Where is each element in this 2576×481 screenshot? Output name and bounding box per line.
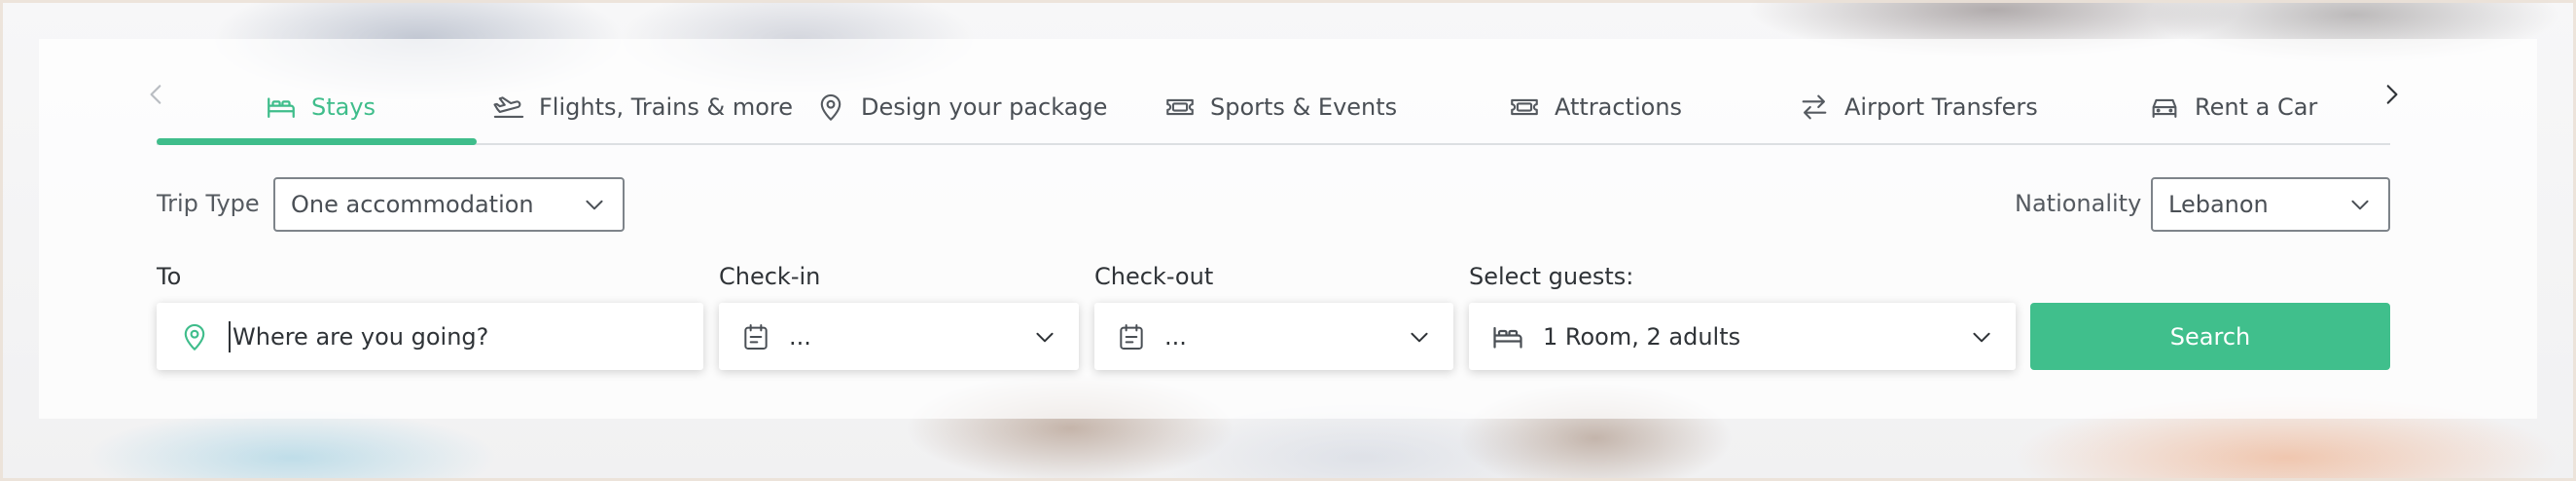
location-pin-icon — [820, 93, 841, 121]
guests-label: Select guests: — [1469, 263, 1634, 290]
destination-field[interactable] — [157, 303, 703, 370]
guests-field[interactable]: 1 Room, 2 adults — [1469, 303, 2016, 370]
checkout-field[interactable]: ... — [1094, 303, 1453, 370]
nationality-select[interactable]: Lebanon — [2151, 177, 2390, 232]
product-tabs: Stays Flights, Trains & more Design your… — [157, 58, 2390, 146]
checkin-value: ... — [789, 322, 811, 351]
tabs-next-button[interactable] — [2377, 75, 2406, 114]
tab-label: Design your package — [861, 93, 1108, 121]
tab-attractions[interactable]: Attractions — [1508, 76, 1682, 138]
checkout-label: Check-out — [1094, 263, 1214, 290]
trip-type-value: One accommodation — [291, 191, 534, 218]
tab-label: Flights, Trains & more — [539, 93, 793, 121]
bed-icon — [1493, 326, 1522, 349]
location-pin-icon — [184, 323, 205, 351]
tab-airport-transfers[interactable]: Airport Transfers — [1798, 76, 2038, 138]
bed-icon — [268, 97, 295, 119]
plane-icon — [493, 96, 524, 118]
chevron-down-icon — [1411, 332, 1428, 342]
tab-sports-events[interactable]: Sports & Events — [1163, 76, 1397, 138]
guests-value: 1 Room, 2 adults — [1543, 322, 1741, 351]
trip-type-select[interactable]: One accommodation — [273, 177, 625, 232]
nationality-label: Nationality — [2015, 190, 2142, 217]
checkout-value: ... — [1164, 322, 1187, 351]
to-label: To — [157, 263, 182, 290]
tab-label: Rent a Car — [2195, 93, 2318, 121]
chevron-down-icon — [2351, 200, 2369, 210]
text-cursor — [229, 320, 231, 352]
checkin-label: Check-in — [719, 263, 821, 290]
tab-label: Sports & Events — [1210, 93, 1398, 121]
ticket-icon — [1166, 98, 1194, 116]
nationality-value: Lebanon — [2168, 191, 2269, 218]
transfer-arrows-icon — [1802, 94, 1827, 120]
tab-flights-trains[interactable]: Flights, Trains & more — [492, 76, 793, 138]
ticket-icon — [1511, 98, 1538, 116]
checkin-field[interactable]: ... — [719, 303, 1079, 370]
tab-label: Airport Transfers — [1844, 93, 2038, 121]
destination-input[interactable] — [233, 322, 682, 351]
tab-label: Stays — [311, 93, 376, 121]
tab-divider — [157, 143, 2390, 145]
calendar-icon — [1120, 323, 1143, 350]
calendar-icon — [744, 323, 768, 350]
tab-label: Attractions — [1555, 93, 1683, 121]
active-tab-indicator — [157, 138, 477, 145]
chevron-right-icon — [2386, 85, 2398, 104]
chevron-left-icon — [150, 85, 161, 104]
trip-type-label: Trip Type — [157, 190, 260, 217]
chevron-down-icon — [1973, 332, 1990, 342]
tab-rent-a-car[interactable]: Rent a Car — [2148, 76, 2317, 138]
tabs-prev-button[interactable] — [142, 75, 171, 114]
tab-design-package[interactable]: Design your package — [814, 76, 1107, 138]
tab-stays[interactable]: Stays — [265, 76, 376, 138]
search-button[interactable]: Search — [2030, 303, 2390, 370]
chevron-down-icon — [586, 200, 603, 210]
car-icon — [2152, 98, 2177, 118]
chevron-down-icon — [1036, 332, 1054, 342]
